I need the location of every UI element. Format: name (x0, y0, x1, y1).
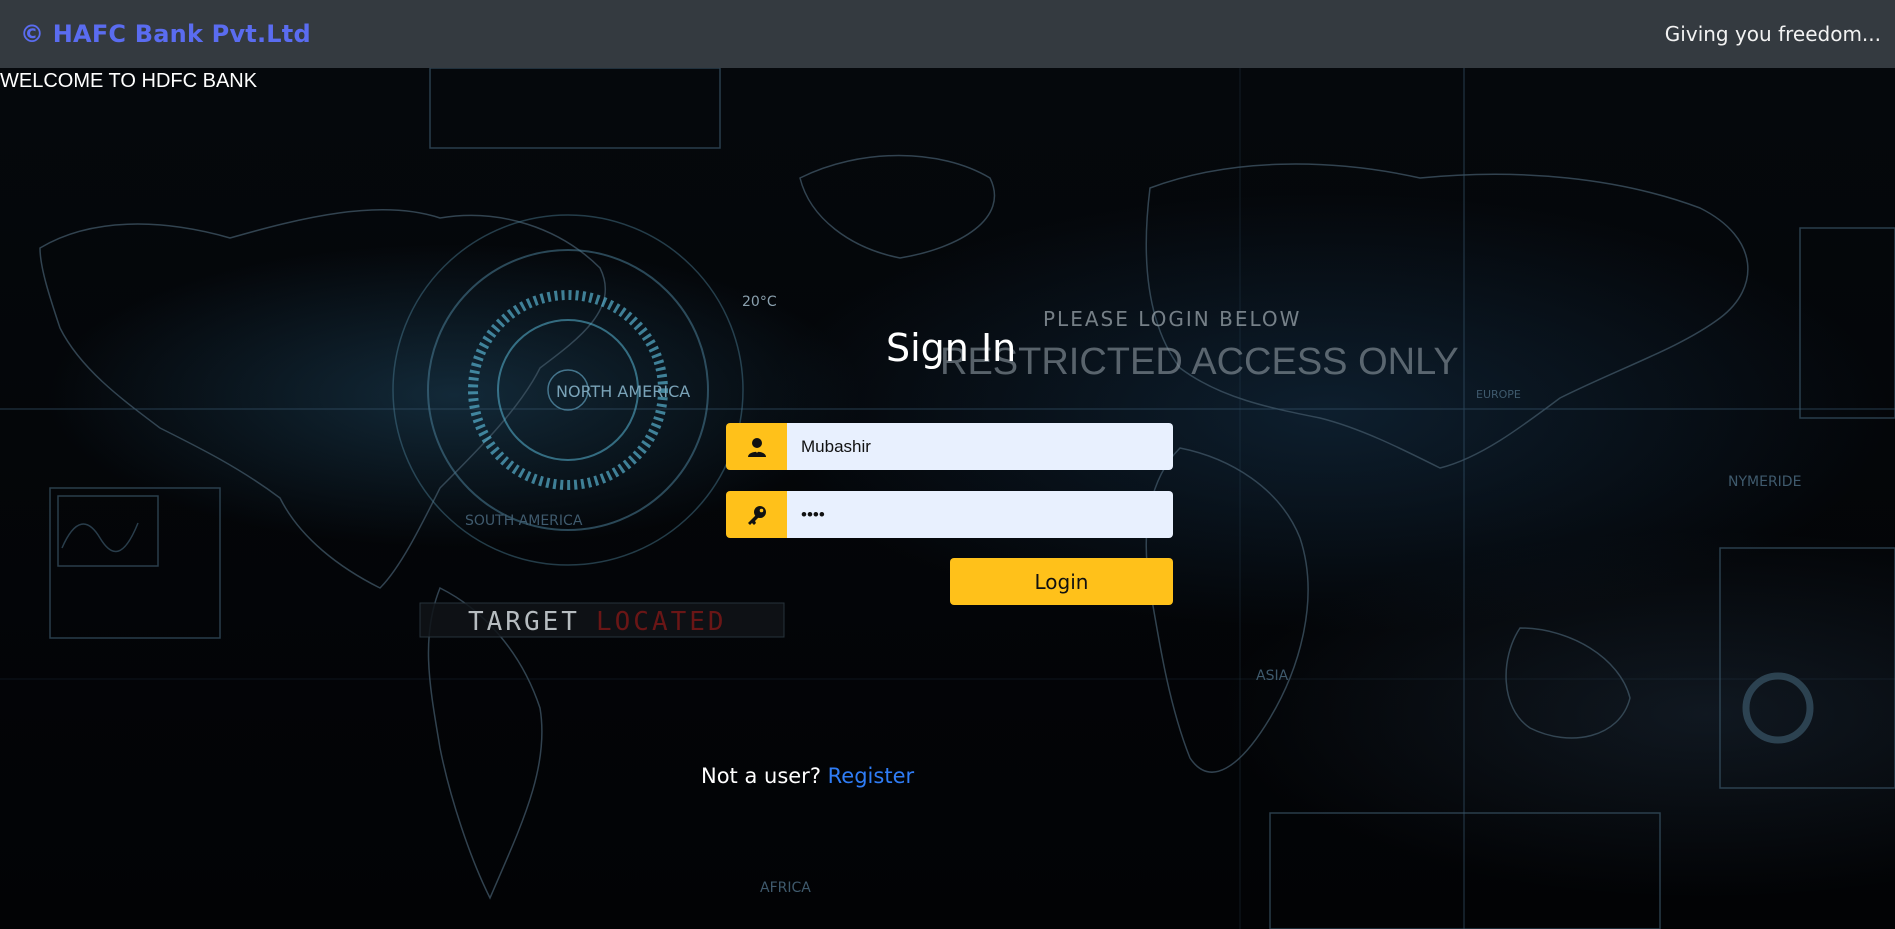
bg-text-please-login: PLEASE LOGIN BELOW (1043, 307, 1301, 331)
bg-text-temp: 20°C (742, 294, 777, 310)
bg-text-located: LOCATED (596, 607, 727, 637)
user-icon (726, 423, 787, 470)
bg-text-asia: NYMERIDE (1728, 474, 1801, 490)
password-input[interactable] (787, 491, 1173, 538)
brand-logo[interactable]: © HAFC Bank Pvt.Ltd (20, 20, 311, 48)
username-input[interactable] (787, 423, 1173, 470)
bg-text-south-america: AFRICA (760, 880, 811, 896)
bg-text-africa: ASIA (1256, 668, 1289, 684)
login-button[interactable]: Login (950, 558, 1173, 605)
bg-text-restricted: RESTRICTED ACCESS ONLY (940, 341, 1459, 383)
bg-text-north-america: SOUTH AMERICA (465, 513, 583, 529)
welcome-heading: WELCOME TO HDFC BANK (0, 70, 258, 92)
navbar-tagline: Giving you freedom... (1664, 22, 1881, 46)
username-field (726, 423, 1173, 470)
navbar: © HAFC Bank Pvt.Ltd Giving you freedom..… (0, 0, 1895, 68)
register-link[interactable]: Register (828, 764, 914, 788)
register-prompt: Not a user? Register (701, 764, 914, 788)
signin-title: Sign In (886, 326, 1017, 370)
bg-text-nymeride: EUROPE (1476, 388, 1521, 401)
password-field (726, 491, 1173, 538)
bg-text-32: NORTH AMERICA (556, 382, 690, 401)
bg-text-target: TARGET (468, 607, 580, 637)
register-prompt-text: Not a user? (701, 764, 821, 788)
key-icon (726, 491, 787, 538)
